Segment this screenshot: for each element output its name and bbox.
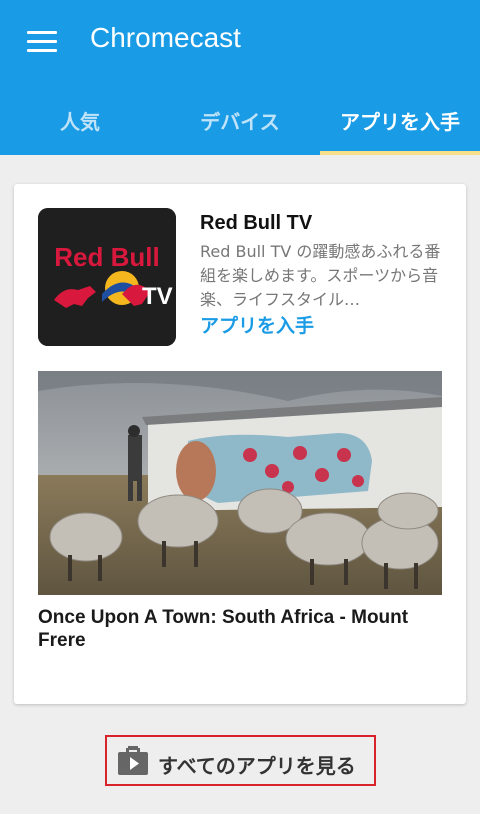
tab-devices[interactable]: デバイス (160, 85, 320, 155)
app-title: Chromecast (90, 22, 241, 53)
tab-popular[interactable]: 人気 (0, 85, 160, 155)
play-store-bag-icon (118, 746, 148, 775)
app-name: Red Bull TV (200, 212, 313, 234)
hamburger-menu-icon[interactable] (27, 29, 57, 53)
logo-brand-text: Red Bull (54, 242, 159, 272)
get-app-link[interactable]: アプリを入手 (200, 311, 314, 338)
app-description: Red Bull TV の躍動感あふれる番組を楽しめます。スポーツから音楽、ライ… (200, 242, 441, 309)
featured-video-thumbnail[interactable] (38, 371, 442, 595)
app-bar: Chromecast 人気 デバイス アプリを入手 (0, 0, 480, 155)
tab-get-apps[interactable]: アプリを入手 (320, 85, 480, 155)
red-bull-tv-app-icon[interactable]: Red Bull TV (38, 208, 176, 346)
see-all-apps-label: すべてのアプリを見る (158, 754, 356, 778)
app-card[interactable]: Red Bull TV Red Bull TV Red Bull TV の躍動感… (14, 184, 466, 704)
logo-tv-text: TV (142, 283, 173, 310)
video-title[interactable]: Once Upon A Town: South Africa - Mount F… (38, 606, 442, 652)
see-all-apps-button[interactable]: すべてのアプリを見る (105, 735, 376, 786)
tab-bar: 人気 デバイス アプリを入手 (0, 85, 480, 155)
